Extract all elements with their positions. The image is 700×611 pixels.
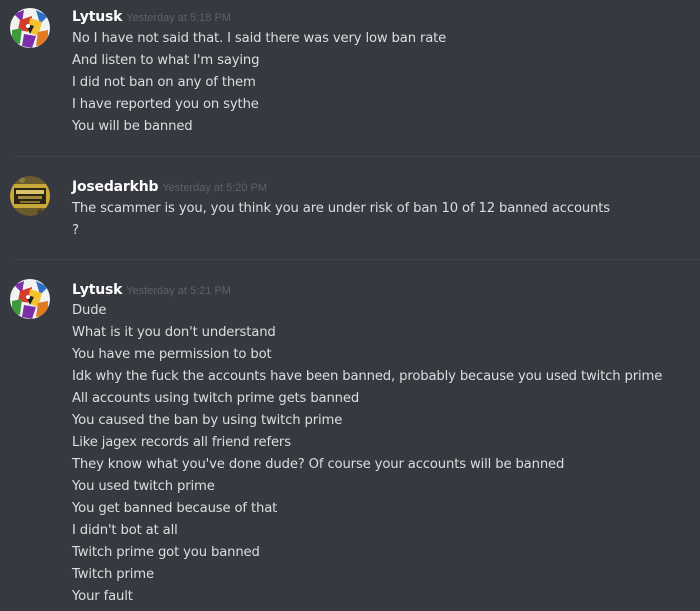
- message-line: Idk why the fuck the accounts have been …: [72, 369, 663, 384]
- message-line: They know what you've done dude? Of cour…: [72, 457, 565, 472]
- message-lines: Dude What is it you don't understand You…: [72, 300, 662, 608]
- message-line: Your fault: [72, 589, 133, 604]
- message-username[interactable]: Josedarkhb: [72, 179, 159, 195]
- message-line: You have me permission to bot: [72, 347, 272, 362]
- message-line: ?: [72, 223, 79, 238]
- message-line: Twitch prime: [72, 567, 154, 582]
- message-lines: The scammer is you, you think you are un…: [72, 198, 610, 242]
- message-timestamp: Yesterday at 5:18 PM: [126, 12, 231, 24]
- lytusk-avatar-icon[interactable]: [10, 279, 50, 319]
- message-line: I have reported you on sythe: [72, 97, 259, 112]
- message-line: You caused the ban by using twitch prime: [72, 413, 343, 428]
- message-username[interactable]: Lytusk: [72, 9, 122, 25]
- message-header: Josedarkhb Yesterday at 5:20 PM: [72, 176, 267, 198]
- message-line: I didn't bot at all: [72, 523, 178, 538]
- message-username[interactable]: Lytusk: [72, 282, 122, 298]
- message-line: All accounts using twitch prime gets ban…: [72, 391, 360, 406]
- message-line: I did not ban on any of them: [72, 75, 256, 90]
- lytusk-avatar-icon[interactable]: [10, 8, 50, 48]
- message-header: Lytusk Yesterday at 5:18 PM: [72, 6, 231, 28]
- message-timestamp: Yesterday at 5:20 PM: [162, 182, 268, 194]
- message-lines: No I have not said that. I said there wa…: [72, 28, 446, 138]
- message-line: The scammer is you, you think you are un…: [72, 201, 611, 216]
- message-line: No I have not said that. I said there wa…: [72, 31, 447, 46]
- message-divider: [14, 156, 700, 157]
- josedarkhb-avatar-icon[interactable]: [10, 176, 50, 216]
- message-line: Dude: [72, 303, 107, 318]
- chat-message-list: Lytusk Yesterday at 5:18 PM No I have not…: [0, 0, 700, 611]
- message-line: You will be banned: [72, 119, 193, 134]
- message-line: Like jagex records all friend refers: [72, 435, 291, 450]
- message-line: And listen to what I'm saying: [72, 53, 260, 68]
- message-line: You get banned because of that: [72, 501, 278, 516]
- message-divider: [14, 259, 700, 260]
- message-line: What is it you don't understand: [72, 325, 276, 340]
- message-line: Twitch prime got you banned: [72, 545, 260, 560]
- message-header: Lytusk Yesterday at 5:21 PM: [72, 279, 231, 301]
- message-timestamp: Yesterday at 5:21 PM: [126, 285, 231, 297]
- message-line: You used twitch prime: [72, 479, 215, 494]
